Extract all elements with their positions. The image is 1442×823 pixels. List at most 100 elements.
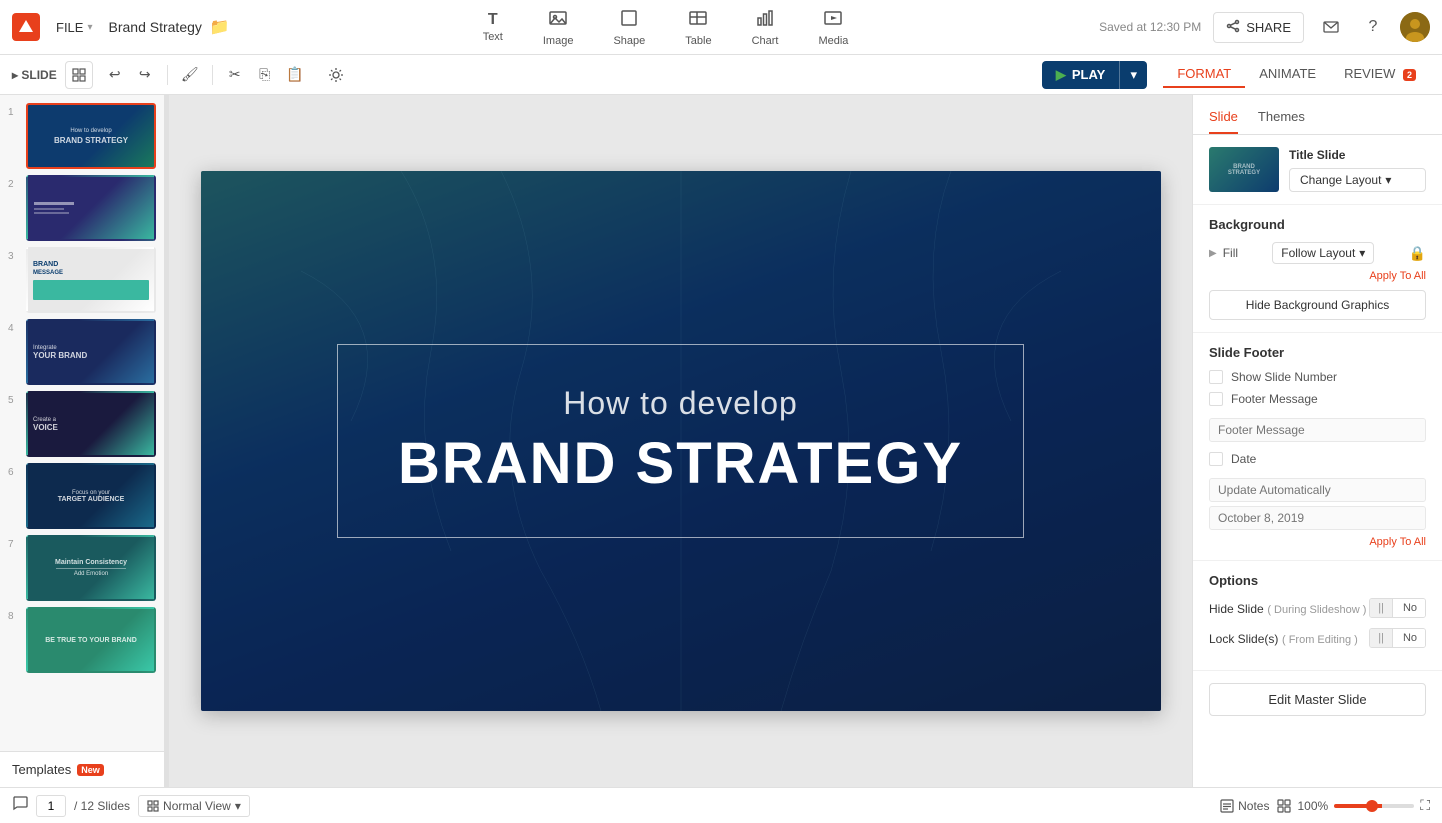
- tab-format[interactable]: FORMAT: [1163, 61, 1245, 88]
- doc-title: Brand Strategy: [109, 19, 202, 35]
- logo-button[interactable]: [12, 13, 40, 41]
- chat-button[interactable]: [12, 795, 28, 816]
- hide-slide-sub: ( During Slideshow ): [1267, 604, 1366, 616]
- play-button[interactable]: ▶ PLAY: [1042, 62, 1119, 88]
- settings-button[interactable]: [321, 60, 351, 90]
- zoom-slider[interactable]: [1334, 804, 1414, 808]
- slide-thumbnail-7[interactable]: Maintain Consistency Add Emotion: [26, 535, 156, 601]
- panel-tab-themes[interactable]: Themes: [1258, 103, 1305, 134]
- zoom-controls: 100% ⛶: [1277, 797, 1430, 814]
- chart-label: Chart: [752, 35, 779, 47]
- slide-main-title: BRAND STRATEGY: [398, 430, 963, 497]
- layout-info: Title Slide Change Layout ▾: [1289, 148, 1426, 192]
- lock-toggle-bar[interactable]: ||: [1370, 629, 1393, 647]
- slide-thumbnail-3[interactable]: BRAND MESSAGE: [26, 247, 156, 313]
- lock-slide-toggle[interactable]: || No: [1369, 628, 1426, 648]
- date-auto-input[interactable]: [1209, 478, 1426, 502]
- page-input[interactable]: [36, 795, 66, 817]
- options-title: Options: [1209, 573, 1426, 588]
- apply-to-all-footer[interactable]: Apply To All: [1209, 536, 1426, 548]
- footer-message-input[interactable]: [1209, 418, 1426, 442]
- list-item[interactable]: 7 Maintain Consistency Add Emotion: [8, 535, 156, 601]
- list-item[interactable]: 3 BRAND MESSAGE: [8, 247, 156, 313]
- text-tool[interactable]: T Text: [475, 7, 511, 47]
- hide-slide-row: Hide Slide ( During Slideshow ) || No: [1209, 598, 1426, 618]
- panel-tab-slide[interactable]: Slide: [1209, 103, 1238, 134]
- copy-button[interactable]: ⎘: [251, 61, 279, 89]
- play-icon: ▶: [1056, 67, 1066, 83]
- footer-title: Slide Footer: [1209, 345, 1426, 360]
- review-badge: 2: [1403, 69, 1416, 81]
- tab-animate[interactable]: ANIMATE: [1245, 61, 1330, 88]
- separator1: [167, 65, 168, 85]
- user-avatar[interactable]: [1400, 12, 1430, 42]
- cut-button[interactable]: ✂: [221, 61, 249, 89]
- show-number-label: Show Slide Number: [1231, 370, 1337, 384]
- media-tool[interactable]: Media: [810, 4, 856, 51]
- redo-button[interactable]: ↪: [131, 61, 159, 89]
- change-layout-button[interactable]: Change Layout ▾: [1289, 168, 1426, 192]
- shape-tool[interactable]: Shape: [605, 4, 653, 51]
- slide-title-box[interactable]: How to develop BRAND STRATEGY: [337, 344, 1024, 538]
- table-tool[interactable]: Table: [677, 4, 719, 51]
- view-label: Normal View: [163, 799, 231, 813]
- slide-thumbnail-2[interactable]: [26, 175, 156, 241]
- undo-button[interactable]: ↩: [101, 61, 129, 89]
- play-dropdown[interactable]: ▾: [1119, 61, 1147, 89]
- slide-thumbnail-4[interactable]: Integrate YOUR BRAND: [26, 319, 156, 385]
- slide-thumbnail-6[interactable]: Focus on your TARGET AUDIENCE: [26, 463, 156, 529]
- image-tool[interactable]: Image: [535, 4, 582, 51]
- slide-thumbnail-1[interactable]: How to develop BRAND STRATEGY: [26, 103, 156, 169]
- footer-message-row: Footer Message: [1209, 392, 1426, 406]
- templates-button[interactable]: Templates: [12, 762, 71, 777]
- help-button[interactable]: ?: [1358, 12, 1388, 42]
- list-item[interactable]: 2: [8, 175, 156, 241]
- hide-slide-label-group: Hide Slide ( During Slideshow ): [1209, 601, 1366, 616]
- notes-button[interactable]: Notes: [1220, 799, 1269, 813]
- fullscreen-button[interactable]: ⛶: [1420, 797, 1430, 814]
- media-icon: [823, 8, 843, 33]
- fill-dropdown[interactable]: Follow Layout ▾: [1272, 242, 1374, 264]
- edit-master-button[interactable]: Edit Master Slide: [1209, 683, 1426, 716]
- file-menu-button[interactable]: FILE ▾: [48, 16, 101, 39]
- chart-tool[interactable]: Chart: [744, 4, 787, 51]
- save-status: Saved at 12:30 PM: [1099, 20, 1201, 34]
- show-number-checkbox[interactable]: [1209, 370, 1223, 384]
- share-button[interactable]: SHARE: [1213, 12, 1304, 43]
- date-value-input[interactable]: [1209, 506, 1426, 530]
- tab-review[interactable]: REVIEW 2: [1330, 61, 1430, 88]
- list-item[interactable]: 4 Integrate YOUR BRAND: [8, 319, 156, 385]
- background-title: Background: [1209, 217, 1426, 232]
- view-chevron: ▾: [235, 799, 241, 813]
- layout-section: BRANDSTRATEGY Title Slide Change Layout …: [1193, 135, 1442, 205]
- grid-button[interactable]: [65, 61, 93, 89]
- show-number-row: Show Slide Number: [1209, 370, 1426, 384]
- layout-thumbnail: BRANDSTRATEGY: [1209, 147, 1279, 192]
- slide-canvas[interactable]: How to develop BRAND STRATEGY: [201, 171, 1161, 711]
- lock-toggle-no[interactable]: No: [1395, 629, 1425, 647]
- fill-chevron: ▾: [1359, 246, 1365, 260]
- paste-button[interactable]: 📋: [281, 61, 309, 89]
- list-item[interactable]: 6 Focus on your TARGET AUDIENCE: [8, 463, 156, 529]
- toggle-bar[interactable]: ||: [1370, 599, 1393, 617]
- view-selector[interactable]: Normal View ▾: [138, 795, 250, 817]
- sidebar: 1 How to develop BRAND STRATEGY 2: [0, 95, 165, 787]
- list-item[interactable]: 5 Create a VOICE: [8, 391, 156, 457]
- separator2: [212, 65, 213, 85]
- mail-button[interactable]: [1316, 12, 1346, 42]
- image-icon: [548, 8, 568, 33]
- text-label: Text: [483, 31, 503, 43]
- footer-message-checkbox[interactable]: [1209, 392, 1223, 406]
- slide-thumbnail-5[interactable]: Create a VOICE: [26, 391, 156, 457]
- apply-to-all-bg[interactable]: Apply To All: [1209, 270, 1426, 282]
- date-checkbox[interactable]: [1209, 452, 1223, 466]
- list-item[interactable]: 1 How to develop BRAND STRATEGY: [8, 103, 156, 169]
- paint-format-button[interactable]: 🖌: [176, 61, 204, 89]
- hide-bg-button[interactable]: Hide Background Graphics: [1209, 290, 1426, 320]
- hide-slide-toggle[interactable]: || No: [1369, 598, 1426, 618]
- toggle-no[interactable]: No: [1395, 599, 1425, 617]
- list-item[interactable]: 8 BE TRUE TO YOUR BRAND: [8, 607, 156, 673]
- layout-name: Title Slide: [1289, 148, 1426, 162]
- slide-thumbnail-8[interactable]: BE TRUE TO YOUR BRAND: [26, 607, 156, 673]
- shape-label: Shape: [613, 35, 645, 47]
